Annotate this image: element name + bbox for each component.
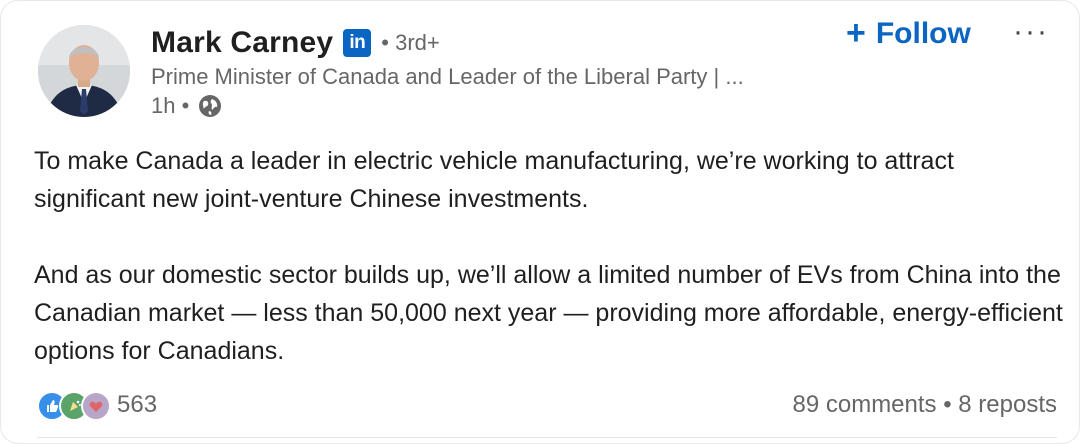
author-name-row: Mark Carney in • 3rd+: [151, 23, 440, 63]
reaction-count: 563: [117, 391, 158, 418]
connection-degree: • 3rd+: [381, 30, 440, 55]
divider: [37, 437, 1057, 438]
post-card: Mark Carney in • 3rd+ Prime Minister of …: [0, 0, 1080, 444]
globe-icon: [197, 93, 223, 119]
social-counts-bar: 563 89 comments • 8 reposts: [37, 387, 1057, 423]
post-time: 1h •: [151, 93, 190, 118]
author-avatar[interactable]: [38, 25, 130, 117]
post-paragraph: And as our domestic sector builds up, we…: [34, 261, 1063, 365]
follow-button[interactable]: + Follow: [846, 13, 971, 52]
author-name[interactable]: Mark Carney: [151, 26, 333, 60]
post-body: To make Canada a leader in electric vehi…: [34, 142, 1064, 370]
reaction-icons: [37, 391, 111, 421]
follow-label: Follow: [875, 17, 971, 50]
plus-icon: +: [846, 13, 866, 52]
comments-reposts-count[interactable]: 89 comments • 8 reposts: [792, 391, 1057, 419]
reactions-summary[interactable]: 563: [37, 391, 158, 421]
post-meta: 1h •: [151, 93, 223, 119]
post-paragraph: To make Canada a leader in electric vehi…: [34, 147, 954, 213]
author-headline: Prime Minister of Canada and Leader of t…: [151, 64, 744, 89]
more-options-button[interactable]: ···: [1013, 15, 1049, 49]
linkedin-icon: in: [343, 29, 372, 57]
love-icon: [81, 391, 111, 421]
